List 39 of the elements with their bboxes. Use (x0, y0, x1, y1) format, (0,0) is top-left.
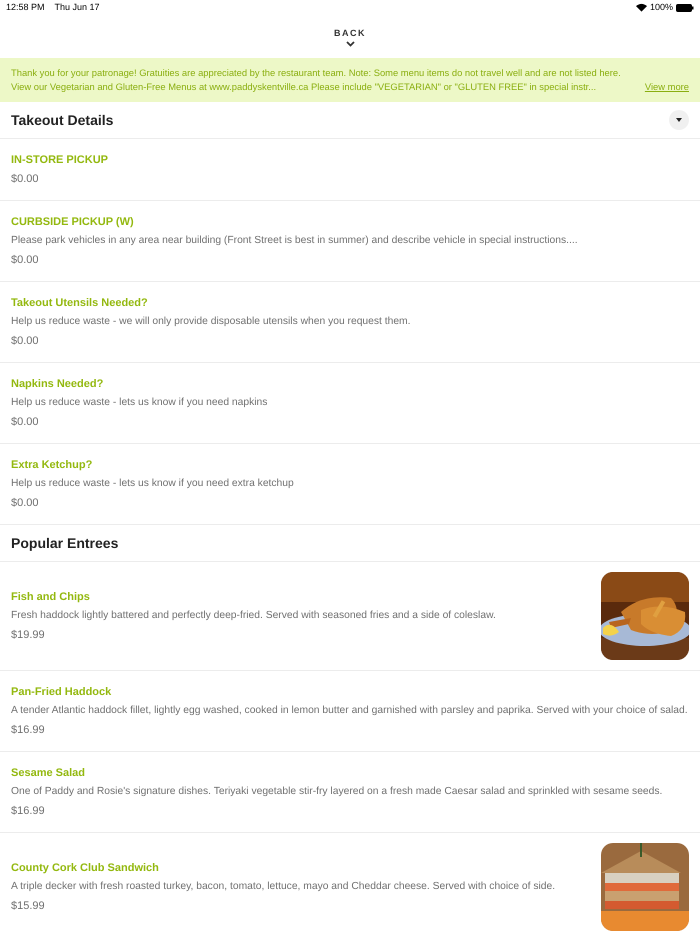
wifi-icon (636, 3, 647, 12)
item-price: $0.00 (11, 172, 40, 186)
item-name[interactable]: Pan-Fried Haddock (11, 685, 689, 699)
view-more-link[interactable]: View more (644, 80, 689, 94)
item-name[interactable]: County Cork Club Sandwich (11, 861, 589, 875)
item-description: Help us reduce waste - lets us know if you need napkins (11, 396, 268, 410)
item-description: Please park vehicles in any area near building (Front Street is best in summer) and describe vehicle in special instructions.... (11, 234, 579, 248)
battery-percentage: 100% (650, 0, 673, 14)
item-description: One of Paddy and Rosie's signature dishes. Teriyaki vegetable stir-fry layered on a fresh made Caesar salad and sprinkled with sesame seeds. (11, 785, 664, 799)
item-description: A triple decker with fresh roasted turkey, bacon, tomato, lettuce, mayo and Cheddar cheese. Served with choice of side. (11, 880, 556, 894)
item-description: Fresh haddock lightly battered and perfectly deep-fried. Served with seasoned fries and a side of coleslaw. (11, 609, 497, 623)
item-name[interactable]: Fish and Chips (11, 590, 589, 604)
status-time: 12:58 PM (6, 0, 45, 14)
item-price: $16.99 (11, 723, 46, 737)
item-name[interactable]: CURBSIDE PICKUP (W) (11, 215, 689, 229)
item-price: $0.00 (11, 415, 40, 429)
status-date: Thu Jun 17 (54, 0, 100, 14)
item-description: Help us reduce waste - lets us know if you need extra ketchup (11, 477, 295, 491)
item-price: $19.99 (11, 628, 46, 642)
item-description: Help us reduce waste - we will only provide disposable utensils when you request them. (11, 315, 412, 329)
collapse-button[interactable] (669, 110, 689, 130)
section-title: Takeout Details (11, 110, 114, 130)
section-title: Popular Entrees (11, 534, 118, 553)
battery-icon (676, 4, 694, 12)
item-price: $0.00 (11, 496, 40, 510)
item-price: $0.00 (11, 253, 40, 267)
item-name[interactable]: Sesame Salad (11, 766, 689, 780)
back-button[interactable]: BACK (334, 27, 366, 58)
item-name[interactable]: Napkins Needed? (11, 377, 689, 391)
item-description: A tender Atlantic haddock fillet, lightly egg washed, cooked in lemon butter and garnished with parsley and paprika. Served with your choice of salad. (11, 704, 689, 718)
item-price: $0.00 (11, 334, 40, 348)
caret-icon (676, 118, 682, 122)
item-price: $16.99 (11, 804, 46, 818)
item-name[interactable]: Takeout Utensils Needed? (11, 296, 689, 310)
chevron-down-icon (346, 40, 354, 46)
item-name[interactable]: IN-STORE PICKUP (11, 153, 689, 167)
notice-text: Thank you for your patronage! Gratuities are appreciated by the restaurant team. Note: Some menu items do not travel well and are not listed here. View our Vegetarian and Gluten-Free Menus at www.paddyskentville.ca Please include "VEGETARIAN" or "GLUTEN FREE" in special instr... (11, 66, 622, 94)
item-name[interactable]: Extra Ketchup? (11, 458, 689, 472)
item-price: $15.99 (11, 899, 46, 913)
